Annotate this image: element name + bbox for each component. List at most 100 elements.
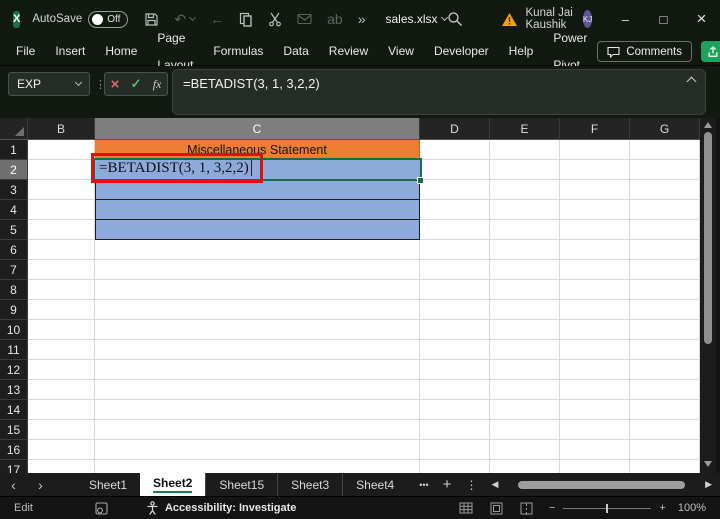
cell-E14[interactable] xyxy=(490,400,560,420)
cell-C15[interactable] xyxy=(95,420,420,440)
cell-B11[interactable] xyxy=(28,340,95,360)
vertical-scroll-thumb[interactable] xyxy=(704,132,712,344)
column-header-D[interactable]: D xyxy=(420,118,490,140)
cell-B6[interactable] xyxy=(28,240,95,260)
cell-G4[interactable] xyxy=(630,200,700,220)
row-header-8[interactable]: 8 xyxy=(0,280,28,300)
select-all-corner[interactable] xyxy=(0,118,28,140)
cell-B10[interactable] xyxy=(28,320,95,340)
cell-G14[interactable] xyxy=(630,400,700,420)
row-header-17[interactable]: 17 xyxy=(0,460,28,473)
more-sheets-icon[interactable]: ••• xyxy=(419,480,428,490)
zoom-slider-thumb[interactable] xyxy=(606,503,609,513)
formula-input[interactable]: =BETADIST(3, 1, 3,2,2) xyxy=(172,69,706,115)
row-header-14[interactable]: 14 xyxy=(0,400,28,420)
cell-B16[interactable] xyxy=(28,440,95,460)
cell-B8[interactable] xyxy=(28,280,95,300)
ribbon-tab-home[interactable]: Home xyxy=(95,38,147,65)
cell-E8[interactable] xyxy=(490,280,560,300)
cell-E6[interactable] xyxy=(490,240,560,260)
cell-D15[interactable] xyxy=(420,420,490,440)
cell-D6[interactable] xyxy=(420,240,490,260)
cell-F11[interactable] xyxy=(560,340,630,360)
row-header-3[interactable]: 3 xyxy=(0,180,28,200)
row-header-16[interactable]: 16 xyxy=(0,440,28,460)
cell-G16[interactable] xyxy=(630,440,700,460)
cell-B1[interactable] xyxy=(28,140,95,160)
cell-D7[interactable] xyxy=(420,260,490,280)
hscroll-left-icon[interactable]: ◀ xyxy=(491,479,498,490)
scroll-down-icon[interactable] xyxy=(704,461,712,467)
row-header-6[interactable]: 6 xyxy=(0,240,28,260)
cell-E17[interactable] xyxy=(490,460,560,473)
cell-D12[interactable] xyxy=(420,360,490,380)
sheet-tab-sheet15[interactable]: Sheet15 xyxy=(205,473,277,496)
cell-D5[interactable] xyxy=(420,220,490,240)
cell-F3[interactable] xyxy=(560,180,630,200)
enter-entry-icon[interactable]: ✓ xyxy=(131,76,142,92)
page-break-preview-icon[interactable] xyxy=(520,502,533,515)
cell-E12[interactable] xyxy=(490,360,560,380)
row-header-1[interactable]: 1 xyxy=(0,140,28,160)
cell-F1[interactable] xyxy=(560,140,630,160)
cell-G8[interactable] xyxy=(630,280,700,300)
normal-view-icon[interactable] xyxy=(459,502,473,514)
cell-F15[interactable] xyxy=(560,420,630,440)
cell-F5[interactable] xyxy=(560,220,630,240)
row-header-13[interactable]: 13 xyxy=(0,380,28,400)
cell-E9[interactable] xyxy=(490,300,560,320)
cell-D10[interactable] xyxy=(420,320,490,340)
cell-B14[interactable] xyxy=(28,400,95,420)
cell-G1[interactable] xyxy=(630,140,700,160)
cell-G6[interactable] xyxy=(630,240,700,260)
zoom-level[interactable]: 100% xyxy=(678,502,706,514)
cell-B9[interactable] xyxy=(28,300,95,320)
cell-F9[interactable] xyxy=(560,300,630,320)
cell-D9[interactable] xyxy=(420,300,490,320)
cell-E4[interactable] xyxy=(490,200,560,220)
cell-C8[interactable] xyxy=(95,280,420,300)
cell-G9[interactable] xyxy=(630,300,700,320)
page-layout-view-icon[interactable] xyxy=(490,502,503,515)
sheet-nav-left-icon[interactable]: ‹ xyxy=(0,477,27,493)
cell-B17[interactable] xyxy=(28,460,95,473)
cell-D3[interactable] xyxy=(420,180,490,200)
row-header-4[interactable]: 4 xyxy=(0,200,28,220)
row-header-7[interactable]: 7 xyxy=(0,260,28,280)
cell-B4[interactable] xyxy=(28,200,95,220)
zoom-out-button[interactable]: − xyxy=(549,502,555,514)
name-box[interactable]: EXP xyxy=(8,72,90,96)
cell-F12[interactable] xyxy=(560,360,630,380)
sheet-nav-right-icon[interactable]: › xyxy=(27,477,54,493)
cell-E16[interactable] xyxy=(490,440,560,460)
cell-C13[interactable] xyxy=(95,380,420,400)
cell-C12[interactable] xyxy=(95,360,420,380)
cell-F14[interactable] xyxy=(560,400,630,420)
cell-G12[interactable] xyxy=(630,360,700,380)
cell-B7[interactable] xyxy=(28,260,95,280)
vertical-scrollbar[interactable] xyxy=(700,118,716,473)
cell-C2[interactable] xyxy=(95,160,420,180)
horizontal-scrollbar[interactable] xyxy=(504,473,699,496)
minimize-button[interactable]: – xyxy=(606,0,644,38)
hscroll-right-icon[interactable]: ▶ xyxy=(705,479,712,490)
row-header-9[interactable]: 9 xyxy=(0,300,28,320)
cell-F13[interactable] xyxy=(560,380,630,400)
ribbon-tab-review[interactable]: Review xyxy=(319,38,378,65)
cell-D2[interactable] xyxy=(420,160,490,180)
cell-B2[interactable] xyxy=(28,160,95,180)
cell-D1[interactable] xyxy=(420,140,490,160)
cell-G7[interactable] xyxy=(630,260,700,280)
ribbon-tab-help[interactable]: Help xyxy=(499,38,544,65)
row-header-15[interactable]: 15 xyxy=(0,420,28,440)
column-header-C[interactable]: C xyxy=(95,118,420,140)
macro-record-icon[interactable] xyxy=(95,501,108,515)
insert-function-icon[interactable]: fx xyxy=(153,77,162,92)
cell-F8[interactable] xyxy=(560,280,630,300)
cell-C5[interactable] xyxy=(95,220,420,240)
sheet-tab-sheet2[interactable]: Sheet2 xyxy=(140,473,206,496)
row-header-11[interactable]: 11 xyxy=(0,340,28,360)
cell-C17[interactable] xyxy=(95,460,420,473)
sheet-tab-sheet3[interactable]: Sheet3 xyxy=(277,473,342,496)
cell-E10[interactable] xyxy=(490,320,560,340)
